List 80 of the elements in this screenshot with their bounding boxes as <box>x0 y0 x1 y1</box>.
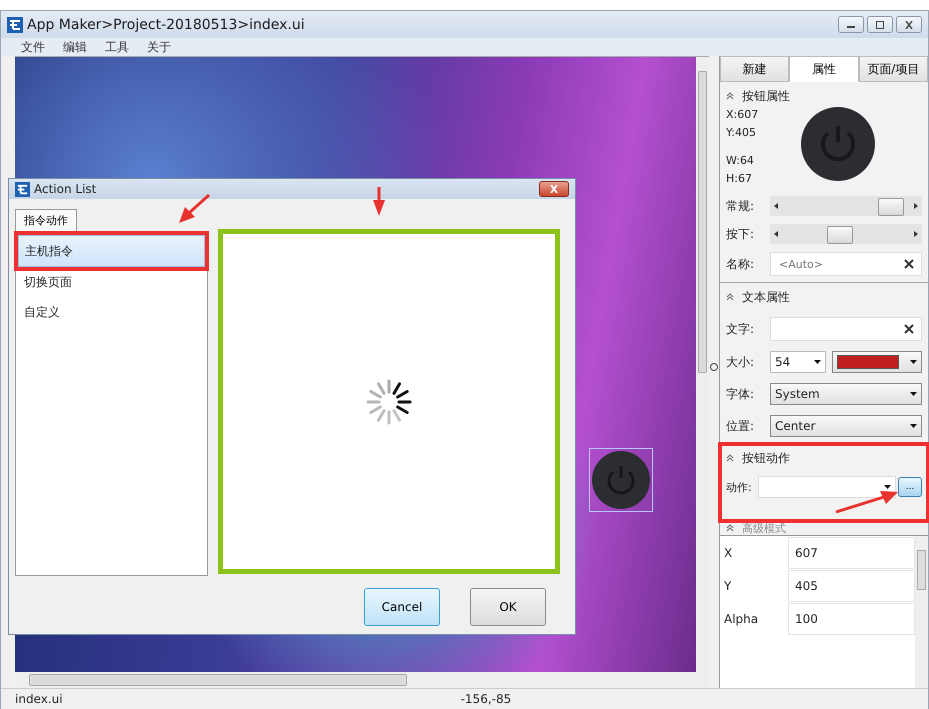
minimize-button[interactable] <box>838 16 864 33</box>
caret-icon <box>814 360 821 364</box>
scroll-right-icon[interactable] <box>914 231 918 237</box>
menu-item[interactable]: 文件 <box>21 38 45 56</box>
power-button-widget[interactable] <box>590 449 652 511</box>
power-button-preview-icon <box>800 106 876 182</box>
dialog-title: Action List <box>34 182 96 196</box>
text-field[interactable] <box>770 317 922 341</box>
splitter-handle[interactable] <box>710 363 718 371</box>
width-value: W:64 <box>726 153 755 169</box>
window-title: App Maker>Project-20180513>index.ui <box>27 16 305 32</box>
maximize-button[interactable] <box>867 16 893 33</box>
section-title: 文本属性 <box>742 288 790 306</box>
loading-spinner-icon <box>365 378 413 426</box>
x-coordinate: X:607 <box>726 107 760 123</box>
app-logo-icon <box>15 182 30 196</box>
annotation-arrow <box>177 193 211 225</box>
field-label: 名称: <box>726 256 756 272</box>
caret-icon <box>910 424 917 428</box>
vertical-scrollbar[interactable] <box>915 536 928 688</box>
property-value-field[interactable]: 100 <box>788 602 915 634</box>
list-item[interactable]: 自定义 <box>18 297 205 327</box>
caret-icon <box>910 360 917 364</box>
field-label: 文字: <box>726 320 756 338</box>
font-dropdown[interactable]: System <box>770 383 922 405</box>
clear-icon[interactable] <box>904 324 914 334</box>
color-picker[interactable] <box>832 351 922 373</box>
close-icon <box>549 185 559 193</box>
caret-icon <box>884 485 891 489</box>
menu-item[interactable]: 关于 <box>147 38 171 56</box>
property-value-field[interactable]: 405 <box>788 570 915 602</box>
panel-tab[interactable]: 页面/项目 <box>858 56 928 82</box>
collapse-icon[interactable] <box>726 454 734 462</box>
field-label: 字体: <box>726 386 756 402</box>
name-field[interactable]: <Auto> <box>770 252 922 276</box>
annotation-arrow <box>371 185 387 217</box>
status-coordinates: -156,-85 <box>460 692 512 706</box>
dialog-button[interactable]: OK <box>470 588 546 626</box>
section-title: 按钮动作 <box>742 450 790 466</box>
collapse-icon[interactable] <box>726 293 734 301</box>
property-value-field[interactable]: 607 <box>788 536 915 568</box>
annotation-arrow <box>834 488 900 514</box>
dialog-button[interactable]: Cancel <box>364 588 440 626</box>
field-label: 位置: <box>726 418 756 434</box>
section-title: 按钮属性 <box>742 88 790 104</box>
collapse-icon[interactable] <box>726 92 734 100</box>
dialog-tab[interactable]: 指令动作 <box>15 209 77 231</box>
field-label: 按下: <box>726 226 756 242</box>
position-dropdown[interactable]: Center <box>770 415 922 437</box>
close-button[interactable] <box>539 181 569 197</box>
clear-icon[interactable] <box>904 259 914 269</box>
y-coordinate: Y:405 <box>726 125 757 141</box>
close-button[interactable] <box>896 16 922 33</box>
scroll-left-icon[interactable] <box>774 203 778 209</box>
field-label: 常规: <box>726 198 756 214</box>
property-name: Alpha <box>723 612 760 626</box>
action-dropdown[interactable] <box>758 476 896 498</box>
collapse-icon[interactable] <box>726 524 734 532</box>
close-icon <box>904 20 914 28</box>
field-label: 大小: <box>726 354 756 370</box>
status-file: index.ui <box>15 692 63 706</box>
caret-icon <box>910 392 917 396</box>
property-name: X <box>723 546 734 560</box>
property-name: Y <box>723 578 732 592</box>
panel-tab[interactable]: 新建 <box>720 56 790 82</box>
section-title: 高级模式 <box>742 520 786 536</box>
menu-item[interactable]: 编辑 <box>63 38 87 56</box>
menu-item[interactable]: 工具 <box>105 38 129 56</box>
slider-thumb[interactable] <box>826 226 853 244</box>
maximize-icon <box>875 20 885 28</box>
scroll-right-icon[interactable] <box>914 203 918 209</box>
list-item[interactable]: 切换页面 <box>18 267 205 297</box>
scroll-left-icon[interactable] <box>774 231 778 237</box>
field-label: 动作: <box>726 480 753 494</box>
height-value: H:67 <box>726 171 753 187</box>
app-logo-icon <box>7 16 23 32</box>
slider-thumb[interactable] <box>878 198 904 216</box>
size-dropdown[interactable]: 54 <box>770 351 826 373</box>
panel-tab[interactable]: 属性 <box>789 56 859 82</box>
browse-button[interactable]: ... <box>898 477 922 497</box>
